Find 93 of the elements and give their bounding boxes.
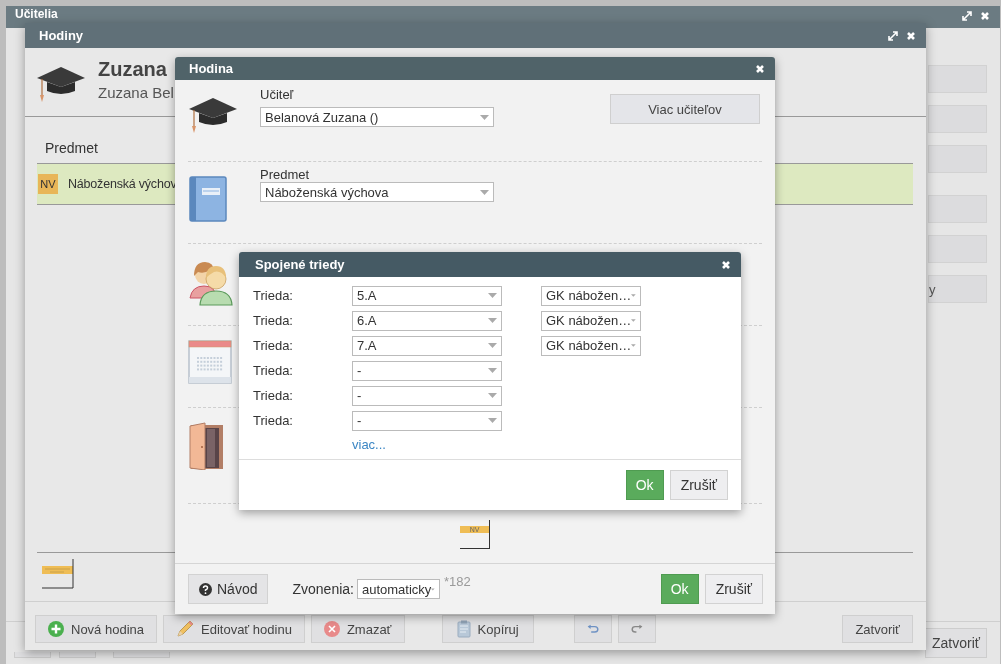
dropdown[interactable]: - xyxy=(352,360,502,381)
dropdown-value: GK nábožen… xyxy=(546,338,632,353)
window-title: Hodina xyxy=(189,61,235,76)
note-text: *182 xyxy=(443,574,471,589)
help-button[interactable]: Návod xyxy=(188,574,269,604)
dropdown[interactable]: - xyxy=(352,385,502,406)
cancel-button[interactable]: Zrušiť xyxy=(704,574,763,604)
delete-button[interactable]: Zmazať xyxy=(310,615,405,643)
cancel-button[interactable]: Zrušiť xyxy=(669,470,728,500)
dropdown-value: GK nábožen… xyxy=(546,288,632,303)
teacher-name: Zuzana xyxy=(98,57,168,81)
caret-icon xyxy=(488,343,497,348)
button[interactable]: y xyxy=(928,275,987,303)
plus-icon xyxy=(48,621,64,637)
field-label: Zvonenia: xyxy=(292,581,354,597)
dropdown-value: automaticky xyxy=(361,581,432,597)
field-label: Trieda: xyxy=(253,338,294,353)
dropdown-value: 6.A xyxy=(357,313,378,328)
button[interactable] xyxy=(14,652,51,658)
caret-icon xyxy=(488,393,497,398)
clipboard-icon xyxy=(456,620,471,638)
button[interactable] xyxy=(59,652,96,658)
window-title: Učitelia xyxy=(15,8,59,21)
button[interactable] xyxy=(928,235,987,263)
button[interactable] xyxy=(928,195,987,223)
dropdown[interactable]: Náboženská výchova xyxy=(260,182,494,202)
book-icon xyxy=(188,176,228,222)
dropdown-value: - xyxy=(357,413,363,428)
dropdown-value: Belanová Zuzana () xyxy=(265,109,380,125)
subject-badge: NV xyxy=(38,174,58,194)
field-label: Trieda: xyxy=(253,388,294,403)
dropdown[interactable]: automaticky xyxy=(356,579,440,599)
dropdown[interactable]: 7.A xyxy=(352,335,502,356)
caret-icon xyxy=(488,318,497,323)
undo-button[interactable] xyxy=(573,615,612,643)
close-icon[interactable] xyxy=(755,63,765,74)
lesson-tile-drawing xyxy=(42,559,74,589)
caret-icon xyxy=(488,293,497,298)
caret-icon xyxy=(631,318,636,323)
dropdown-value: - xyxy=(357,363,363,378)
caret-icon xyxy=(631,343,636,348)
help-icon xyxy=(199,582,212,596)
dropdown-value: 7.A xyxy=(357,338,378,353)
button[interactable] xyxy=(928,145,987,173)
undo-icon xyxy=(586,622,599,636)
delete-icon xyxy=(323,621,340,637)
caret-icon xyxy=(480,114,489,120)
dropdown-value: 5.A xyxy=(357,288,378,303)
column-header: Predmet xyxy=(44,139,98,158)
field-label: Trieda: xyxy=(253,413,294,428)
edit-lesson-button[interactable]: Editovať hodinu xyxy=(163,615,305,643)
dropdown[interactable]: Belanová Zuzana () xyxy=(260,107,494,127)
window-title: Hodiny xyxy=(39,28,85,43)
redo-icon xyxy=(630,622,643,636)
field-label: Učiteľ xyxy=(260,87,295,102)
pencil-icon xyxy=(176,620,194,638)
button[interactable] xyxy=(928,65,987,93)
button[interactable] xyxy=(928,105,987,133)
caret-icon xyxy=(631,293,636,298)
dropdown[interactable]: GK nábožen… xyxy=(541,310,641,331)
more-teachers-button[interactable]: Viac učiteľov xyxy=(610,94,760,124)
calendar-icon xyxy=(188,340,232,384)
more-link[interactable]: viac... xyxy=(352,437,386,452)
expand-icon[interactable] xyxy=(888,30,898,41)
dropdown[interactable]: - xyxy=(352,410,502,431)
expand-icon[interactable] xyxy=(962,11,972,21)
caret-icon xyxy=(480,189,489,195)
close-button[interactable]: Zatvoriť xyxy=(842,615,913,643)
field-label: Predmet xyxy=(260,167,311,182)
field-label: Trieda: xyxy=(253,288,294,303)
dropdown-value: Náboženská výchova xyxy=(265,184,390,200)
close-icon[interactable] xyxy=(721,259,731,270)
dropdown[interactable]: GK nábožen… xyxy=(541,285,641,306)
button[interactable] xyxy=(113,652,170,658)
window-title: Spojené triedy xyxy=(255,257,346,272)
close-icon[interactable] xyxy=(906,30,916,41)
door-icon xyxy=(188,422,224,470)
caret-icon xyxy=(488,418,497,423)
teacher-full-name: Zuzana Bel xyxy=(98,84,174,102)
dropdown-value: - xyxy=(357,388,363,403)
dropdown[interactable]: 5.A xyxy=(352,285,502,306)
redo-button[interactable] xyxy=(617,615,656,643)
field-label: Trieda: xyxy=(253,363,294,378)
dropdown[interactable]: 6.A xyxy=(352,310,502,331)
caret-icon xyxy=(488,368,497,373)
copy-button[interactable]: Kopíruj xyxy=(441,615,534,643)
close-button[interactable]: Zatvoriť xyxy=(925,628,987,658)
add-lesson-button[interactable]: Nová hodina xyxy=(35,615,157,643)
close-icon[interactable] xyxy=(980,11,990,21)
subject-name: Náboženská výchov xyxy=(68,177,177,191)
dropdown-value: GK nábožen… xyxy=(546,313,632,328)
dropdown[interactable]: GK nábožen… xyxy=(541,335,641,356)
field-label: Trieda: xyxy=(253,313,294,328)
